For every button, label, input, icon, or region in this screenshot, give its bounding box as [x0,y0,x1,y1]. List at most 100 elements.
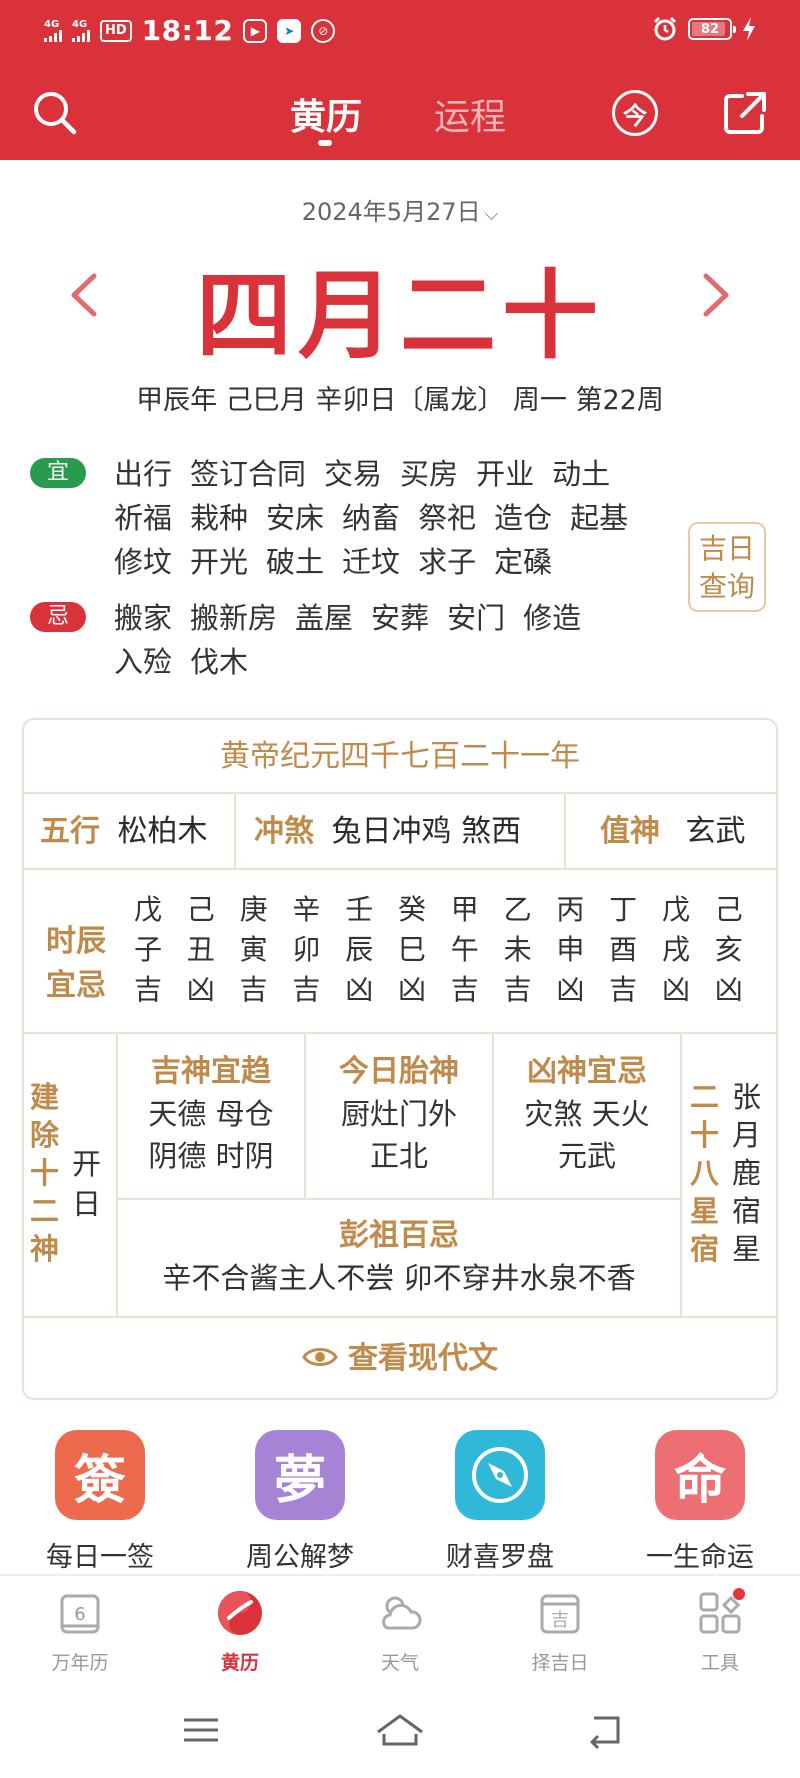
shichen-gan: 己 [186,893,215,926]
yi-section: 宜 出行 签订合同 交易 买房 开业 动土 祈福 栽种 安床 纳畜 祭祀 造仓 起基 修坟 开光 破土 迁坟 求子… [30,452,670,584]
shichen-grid: 戊己庚辛壬癸甲乙丙丁戊己子丑寅卯辰巳午未申酉戌亥吉凶吉吉凶凶吉吉凶吉凶凶 [134,890,768,1010]
yi-item: 祈福 [114,501,173,535]
shichen-gan: 甲 [450,893,479,926]
battery-level: 82 [700,21,720,37]
destiny-icon: 命 [655,1430,745,1520]
dream-icon: 夢 [255,1430,345,1520]
tab-huangli-bottom[interactable]: 黄历 [180,1588,300,1675]
next-day-arrow-icon[interactable] [696,270,736,320]
shichen-row: 时辰宜忌 戊己庚辛壬癸甲乙丙丁戊己子丑寅卯辰巳午未申酉戌亥吉凶吉吉凶凶吉吉凶吉凶… [24,870,776,1034]
feature-dream[interactable]: 夢 周公解梦 [210,1430,390,1576]
shichen-gan: 戊 [661,893,690,926]
pengzu-label: 彭祖百忌 [339,1218,459,1253]
home-icon[interactable] [374,1710,426,1750]
tab-tianqi[interactable]: 天气 [340,1588,460,1675]
jiri-query-button[interactable]: 吉日查询 [688,522,766,612]
shichen-gan: 丁 [609,893,638,926]
ji-section: 忌 搬家 搬新房 盖屋 安葬 安门 修造 入殓 伐木 [30,596,670,684]
back-icon[interactable] [582,1710,628,1750]
feature-label: 每日一签 [46,1542,154,1573]
alarm-icon [653,16,677,41]
divider [234,794,236,870]
jianchu-value: 开日 [72,1147,102,1221]
daily-lot-icon: 簽 [55,1430,145,1520]
solar-date: 2024年5月27日 [301,198,481,226]
calendar-icon: 6 [60,1594,100,1634]
yi-item: 造仓 [494,501,553,535]
jishen-line1: 天德 母仓 [148,1097,274,1131]
ji-item: 安葬 [371,601,430,635]
feature-compass[interactable]: 财喜罗盘 [410,1430,590,1576]
shichen-zhi: 巳 [397,933,426,966]
ji-badge: 忌 [30,602,86,632]
shichen-zhi: 未 [503,933,532,966]
tab-wannianli[interactable]: 6 万年历 [20,1588,140,1675]
tab-zejiri[interactable]: 吉 择吉日 [500,1588,620,1675]
menu-icon[interactable] [178,1710,224,1750]
battery-icon: 82 [688,18,736,40]
ganzhi-line: 甲辰年 己巳月 辛卯日〔属龙〕 周一 第22周 [136,385,664,416]
shichen-zhi: 戌 [661,933,690,966]
play-notification-icon: ▶ [243,18,268,43]
tab-label: 择吉日 [531,1652,589,1674]
feature-label: 周公解梦 [246,1542,354,1573]
yi-item: 开光 [190,545,249,579]
yi-item: 迁坟 [342,545,401,579]
shichen-luck: 凶 [556,973,585,1006]
ji-list: 搬家 搬新房 盖屋 安葬 安门 修造 入殓 伐木 [114,596,670,684]
feature-shortcuts: 簽 每日一签 夢 周公解梦 财喜罗盘 命 一生命运 [0,1430,800,1576]
divider [680,1034,682,1318]
shen-row: 建除十二神 开日 吉神宜趋 天德 母仓 阴德 时阴 今日胎神 厨灶门外 正北 凶… [24,1034,776,1318]
tab-yuncheng[interactable]: 运程 [434,88,506,140]
tools-grid-icon [699,1588,745,1634]
calendar-day: 6 [74,1604,85,1625]
feature-label: 财喜罗盘 [446,1542,554,1573]
yi-item: 破土 [266,545,325,579]
jishen-line2: 阴德 时阴 [148,1139,274,1173]
tab-label: 黄历 [220,1652,259,1674]
share-icon[interactable] [722,90,768,136]
chevron-down-icon: ⌵ [484,204,499,225]
yi-item: 祭祀 [418,501,477,535]
era-title: 黄帝纪元四千七百二十一年 [24,720,776,794]
zejiri-glyph: 吉 [551,1610,569,1631]
notification-dot-icon [733,1588,745,1600]
jishen-label: 吉神宜趋 [151,1054,271,1089]
taishen-line2: 正北 [369,1139,428,1173]
yi-item: 签订合同 [190,457,307,491]
shichen-gan: 己 [714,893,743,926]
chongsha-value: 兔日冲鸡 煞西 [331,814,522,849]
feature-daily-lot[interactable]: 簽 每日一签 [10,1430,190,1576]
shichen-zhi: 寅 [239,933,268,966]
app-notification-icon: ➤ [277,18,302,43]
shichen-zhi: 午 [450,933,479,966]
yi-item: 修坟 [114,545,173,579]
tab-huangli[interactable]: 黄历 [290,88,362,140]
tab-gongju[interactable]: 工具 [660,1588,780,1675]
zejiri-icon: 吉 [540,1594,580,1634]
modern-text-button[interactable]: 查看现代文 [24,1318,776,1398]
shichen-luck: 凶 [186,973,215,1006]
tab-label: 工具 [700,1652,739,1674]
search-icon[interactable] [30,88,80,138]
compass-needle-icon [472,1447,528,1503]
xiongshen-cell: 凶神宜忌 灾煞 天火 元武 [494,1034,680,1198]
shichen-luck: 凶 [345,973,374,1006]
wuxing-value: 松柏木 [117,814,208,849]
solar-date-picker[interactable]: 2024年5月27日 ⌵ [0,192,800,227]
today-button[interactable]: 今 [612,90,658,136]
shichen-luck: 吉 [134,973,163,1006]
shichen-zhi: 卯 [292,933,321,966]
feature-destiny[interactable]: 命 一生命运 [610,1430,790,1576]
status-time: 18:12 [141,14,234,47]
shichen-zhi: 申 [556,933,585,966]
yi-item: 起基 [570,501,629,535]
shichen-zhi: 辰 [345,933,374,966]
tab-label: 天气 [380,1652,419,1674]
shichen-gan: 壬 [345,893,374,926]
active-tab-indicator [318,140,332,146]
shichen-zhi: 子 [134,933,163,966]
yi-item: 栽种 [190,501,249,535]
shichen-zhi: 亥 [714,933,743,966]
tab-label: 万年历 [51,1652,109,1674]
